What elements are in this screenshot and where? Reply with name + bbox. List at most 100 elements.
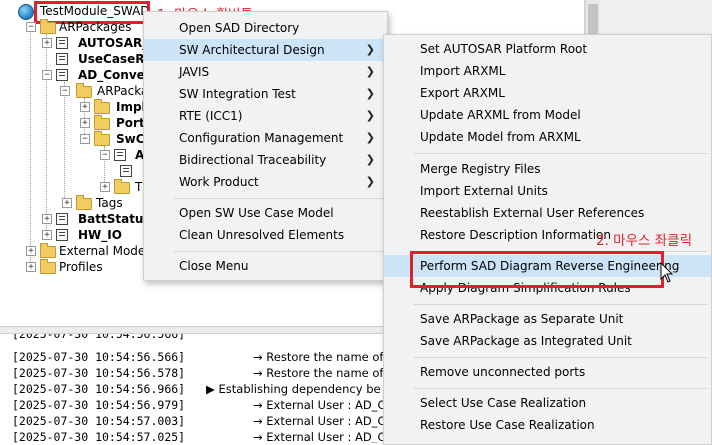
- menu-item-select-use-case-realization[interactable]: Select Use Case Realization: [384, 392, 711, 414]
- tree-item-label: Impl: [116, 100, 146, 114]
- package-icon: [56, 53, 68, 65]
- log-row: [2025-07-30 10:54:56.578] → Restore the …: [12, 365, 383, 381]
- expand-icon[interactable]: +: [26, 246, 36, 256]
- annotation-step2: 2. 마우스 좌클릭: [596, 233, 692, 249]
- menu-separator: [174, 198, 383, 199]
- model-globe-icon: [18, 4, 34, 20]
- annotation-box-target-item: [410, 251, 664, 288]
- log-row: [2025-07-30 10:54:56.566] → Restore the …: [12, 349, 383, 365]
- menu-item-update-model-from-arxml[interactable]: Update Model from ARXML: [384, 126, 711, 148]
- menu-item-save-arpackage-integrated-unit[interactable]: Save ARPackage as Integrated Unit: [384, 330, 711, 352]
- folder-icon: [94, 115, 110, 130]
- log-timestamp: [2025-07-30 10:54:57.003]: [12, 414, 186, 428]
- tree-guide: [46, 34, 47, 234]
- tree-item-label: AD_Conver: [78, 68, 151, 82]
- package-icon: [56, 213, 68, 225]
- log-timestamp: [2025-07-30 10:54:56.979]: [12, 398, 186, 412]
- folder-icon: [76, 83, 92, 98]
- menu-separator: [414, 388, 707, 389]
- menu-item-remove-unconnected-ports[interactable]: Remove unconnected ports: [384, 361, 711, 383]
- menu-item-javis[interactable]: JAVIS ❯: [144, 61, 387, 83]
- menu-item-sw-architectural-design[interactable]: SW Architectural Design ❯: [144, 39, 387, 61]
- component-icon: [120, 165, 132, 177]
- tree-item-label: T: [135, 180, 143, 194]
- tree-item-label: External Models: [59, 244, 155, 258]
- menu-item-clean-unresolved-elements[interactable]: Clean Unresolved Elements: [144, 224, 387, 246]
- tree-item-label: HW_IO: [78, 228, 122, 242]
- tree-guide: [30, 22, 31, 268]
- collapse-icon[interactable]: −: [100, 150, 110, 160]
- tree-item-label: ARPacka: [97, 84, 149, 98]
- tree-guide: [64, 82, 65, 202]
- menu-item-set-autosar-platform-root[interactable]: Set AUTOSAR Platform Root: [384, 38, 711, 60]
- scrollbar-thumb[interactable]: [588, 4, 598, 34]
- tree-item-label: AUTOSAR_I: [78, 36, 153, 50]
- tree-item-label: Port: [116, 116, 145, 130]
- folder-icon: [94, 131, 110, 146]
- submenu-arrow-icon: ❯: [365, 175, 375, 188]
- folder-icon: [40, 259, 56, 274]
- menu-item-open-sad-directory[interactable]: Open SAD Directory: [144, 17, 387, 39]
- log-row: [2025-07-30 10:54:56.566]: [12, 334, 186, 341]
- submenu-arrow-icon: ❯: [365, 43, 375, 56]
- menu-item-merge-registry-files[interactable]: Merge Registry Files: [384, 158, 711, 180]
- menu-item-save-arpackage-separate-unit[interactable]: Save ARPackage as Separate Unit: [384, 308, 711, 330]
- menu-item-bidirectional-traceability[interactable]: Bidirectional Traceability ❯: [144, 149, 387, 171]
- log-message: → External User : AD_C: [253, 398, 386, 412]
- collapse-icon[interactable]: −: [26, 22, 36, 32]
- tree-item-label: ARPackages: [59, 20, 132, 34]
- log-timestamp: [2025-07-30 10:54:56.566]: [12, 350, 186, 364]
- menu-separator: [414, 304, 707, 305]
- menu-item-work-product[interactable]: Work Product ❯: [144, 171, 387, 193]
- menu-item-export-arxml[interactable]: Export ARXML: [384, 82, 711, 104]
- log-timestamp: [2025-07-30 10:54:57.025]: [12, 430, 186, 443]
- menu-item-reestablish-external-user-references[interactable]: Reestablish External User References: [384, 202, 711, 224]
- tree-item-label: BattStatus: [78, 212, 151, 226]
- expand-icon[interactable]: +: [62, 198, 72, 208]
- menu-separator: [414, 153, 707, 154]
- submenu-arrow-icon: ❯: [365, 109, 375, 122]
- log-row: [2025-07-30 10:54:56.966] ▶ Establishing…: [12, 381, 381, 397]
- log-timestamp: [2025-07-30 10:54:56.966]: [12, 382, 186, 396]
- collapse-icon[interactable]: −: [80, 134, 90, 144]
- menu-separator: [414, 357, 707, 358]
- menu-item-open-sw-use-case-model[interactable]: Open SW Use Case Model: [144, 202, 387, 224]
- expand-icon[interactable]: +: [80, 118, 90, 128]
- folder-icon: [94, 99, 110, 114]
- expand-icon[interactable]: +: [42, 230, 52, 240]
- menu-item-rte[interactable]: RTE (ICC1) ❯: [144, 105, 387, 127]
- component-icon: [114, 149, 126, 161]
- submenu-arrow-icon: ❯: [365, 153, 375, 166]
- log-message: → Restore the name of: [253, 350, 384, 364]
- collapse-icon[interactable]: −: [42, 70, 52, 80]
- menu-separator: [174, 251, 383, 252]
- menu-item-configuration-management[interactable]: Configuration Management ❯: [144, 127, 387, 149]
- expand-icon[interactable]: +: [80, 102, 90, 112]
- menu-item-update-arxml-from-model[interactable]: Update ARXML from Model: [384, 104, 711, 126]
- tree-item-label: SwC: [116, 132, 145, 146]
- log-timestamp: [2025-07-30 10:54:56.578]: [12, 366, 186, 380]
- folder-icon: [76, 195, 92, 210]
- submenu-arrow-icon: ❯: [365, 65, 375, 78]
- menu-item-restore-use-case-realization[interactable]: Restore Use Case Realization: [384, 414, 711, 436]
- menu-item-import-arxml[interactable]: Import ARXML: [384, 60, 711, 82]
- submenu-arrow-icon: ❯: [365, 131, 375, 144]
- folder-icon: [40, 243, 56, 258]
- folder-icon: [40, 19, 56, 34]
- expand-icon[interactable]: +: [100, 182, 110, 192]
- log-row: [2025-07-30 10:54:57.025] → External Use…: [12, 429, 681, 443]
- folder-icon: [114, 179, 130, 194]
- package-icon: [56, 69, 68, 81]
- menu-item-sw-integration-test[interactable]: SW Integration Test ❯: [144, 83, 387, 105]
- package-icon: [56, 37, 68, 49]
- log-message: → Restore the name of: [253, 366, 384, 380]
- log-row: [2025-07-30 10:54:57.003] → External Use…: [12, 413, 386, 429]
- expand-icon[interactable]: +: [26, 262, 36, 272]
- expand-icon[interactable]: +: [42, 38, 52, 48]
- menu-item-import-external-units[interactable]: Import External Units: [384, 180, 711, 202]
- package-icon: [56, 229, 68, 241]
- menu-item-close-menu[interactable]: Close Menu: [144, 255, 387, 277]
- collapse-icon[interactable]: −: [60, 86, 70, 96]
- context-menu: Open SAD Directory SW Architectural Desi…: [143, 11, 388, 281]
- expand-icon[interactable]: +: [42, 214, 52, 224]
